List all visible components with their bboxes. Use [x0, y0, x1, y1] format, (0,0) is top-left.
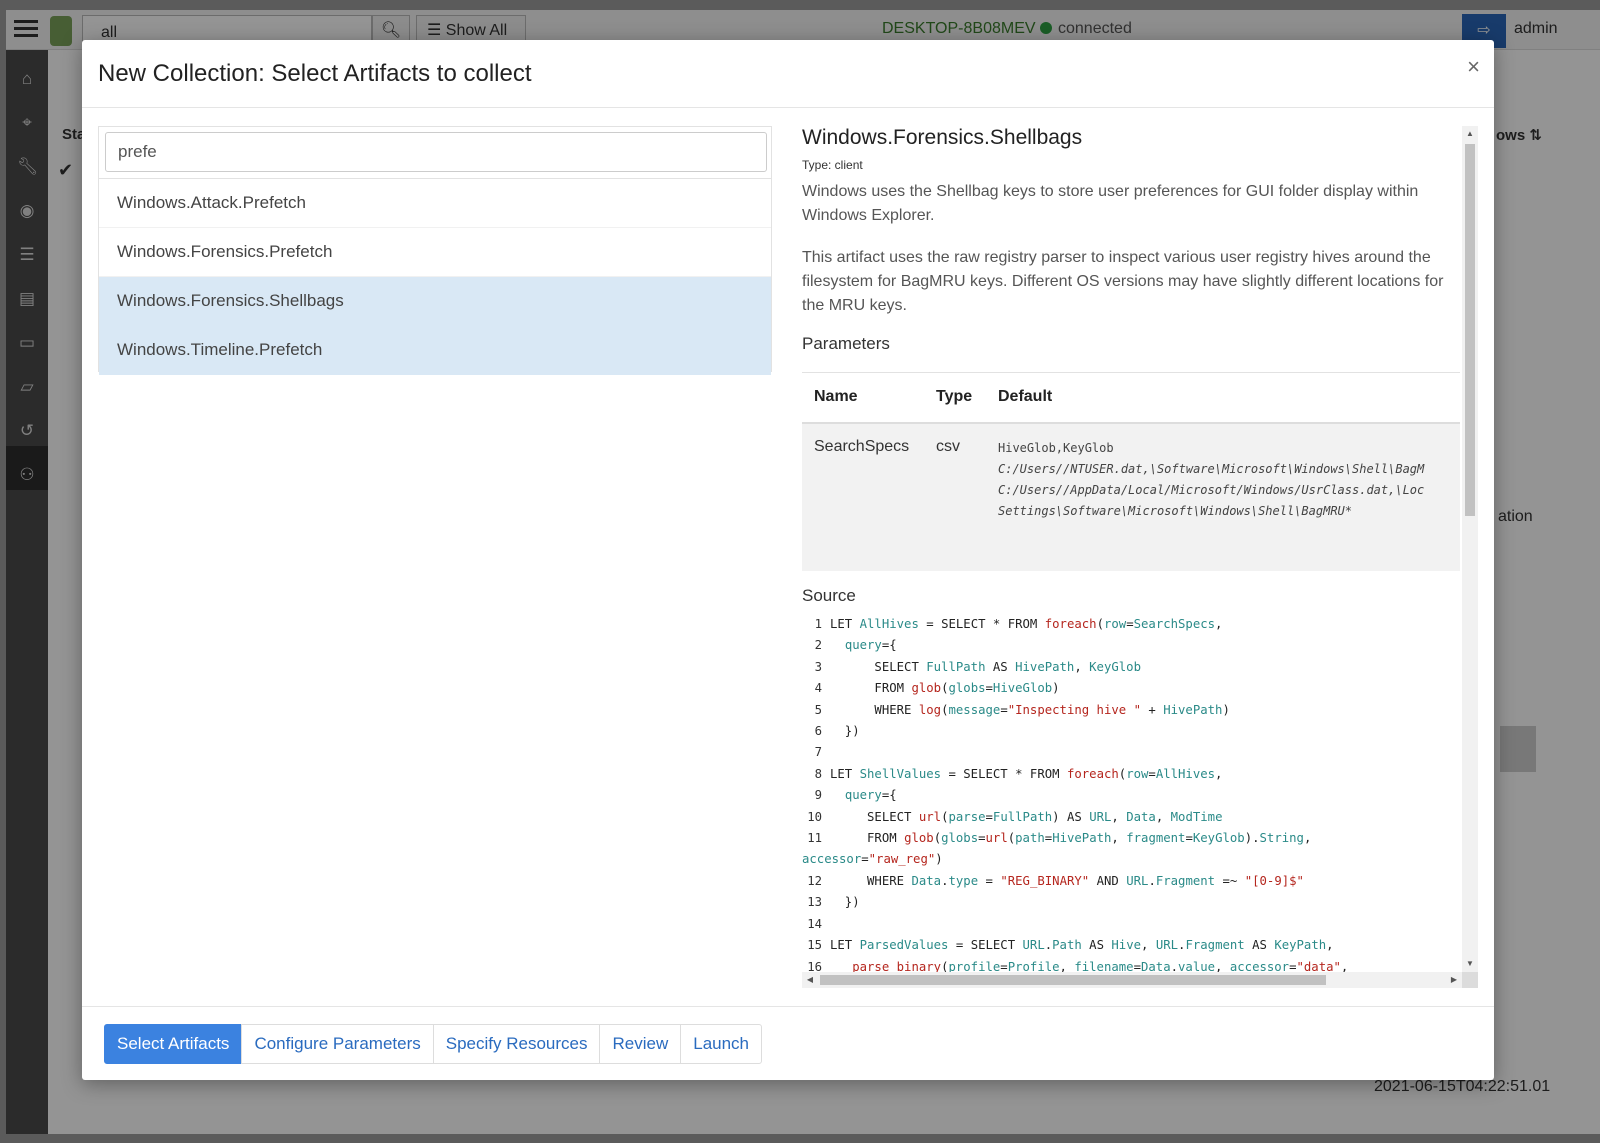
artifact-name: Windows.Forensics.Shellbags [802, 126, 1083, 149]
parameters-header-row: Name Type Default [802, 372, 1460, 424]
vertical-scroll-thumb[interactable] [1465, 144, 1475, 516]
param-default-value: HiveGlob,KeyGlob C:/Users//NTUSER.dat,\So… [998, 438, 1448, 522]
parameters-title: Parameters [802, 334, 890, 353]
param-default-line: C:/Users//AppData/Local/Microsoft/Window… [998, 482, 1425, 497]
detail-vertical-scrollbar[interactable]: ▲ ▼ [1462, 126, 1478, 972]
param-default: HiveGlob,KeyGlob C:/Users//NTUSER.dat,\So… [986, 422, 1460, 571]
modal-header: New Collection: Select Artifacts to coll… [82, 40, 1494, 108]
param-default-line: Settings\Software\Microsoft\Windows\Shel… [998, 503, 1353, 518]
scroll-up-icon[interactable]: ▲ [1462, 126, 1478, 142]
parameters-table: Name Type Default SearchSpecs csv HiveGl… [802, 372, 1460, 571]
param-name: SearchSpecs [802, 422, 924, 571]
artifact-type: Type: client [802, 158, 863, 172]
scroll-right-icon[interactable]: ▶ [1446, 972, 1462, 988]
tab-review[interactable]: Review [599, 1024, 682, 1064]
tab-launch[interactable]: Launch [680, 1024, 763, 1064]
artifact-description-2: This artifact uses the raw registry pars… [802, 249, 1444, 314]
param-row: SearchSpecs csv HiveGlob,KeyGlob C:/Users… [802, 422, 1460, 571]
artifact-list-item[interactable]: Windows.Timeline.Prefetch [99, 326, 771, 375]
artifact-list: Windows.Attack.Prefetch Windows.Forensics… [99, 179, 771, 375]
tab-select-artifacts[interactable]: Select Artifacts [104, 1024, 243, 1064]
param-default-line: C:/Users//NTUSER.dat,\Software\Microsoft… [998, 461, 1425, 476]
artifact-detail-content: Windows.Forensics.Shellbags Type: client… [802, 126, 1460, 972]
horizontal-scroll-thumb[interactable] [820, 975, 1326, 985]
artifact-description-1: Windows uses the Shellbag keys to store … [802, 183, 1419, 224]
scroll-left-icon[interactable]: ◀ [802, 972, 818, 988]
artifact-selector: Windows.Attack.PrefetchWindows.Forensics… [98, 126, 772, 375]
param-header-type: Type [924, 372, 986, 424]
artifact-search-input[interactable] [105, 132, 767, 172]
param-type: csv [924, 422, 986, 571]
artifact-list-item[interactable]: Windows.Attack.Prefetch [99, 179, 771, 228]
wizard-tabs: Select Artifacts Configure Parameters Spec… [104, 1024, 763, 1064]
modal-title: New Collection: Select Artifacts to coll… [98, 60, 532, 87]
detail-horizontal-scrollbar[interactable]: ◀ ▶ [802, 972, 1462, 988]
tab-configure-parameters[interactable]: Configure Parameters [241, 1024, 434, 1064]
source-code: 1 LET AllHives = SELECT * FROM foreach(ro… [802, 617, 1349, 972]
close-icon[interactable]: × [1467, 56, 1480, 78]
artifact-detail-panel: Windows.Forensics.Shellbags Type: client… [802, 126, 1478, 990]
new-collection-modal: New Collection: Select Artifacts to coll… [82, 40, 1494, 1080]
artifact-list-item[interactable]: Windows.Forensics.Shellbags [99, 277, 771, 326]
tab-specify-resources[interactable]: Specify Resources [432, 1024, 601, 1064]
source-title: Source [802, 586, 856, 605]
scroll-down-icon[interactable]: ▼ [1462, 956, 1478, 972]
artifact-search-wrap [99, 127, 771, 179]
modal-footer: Select Artifacts Configure Parameters Spec… [82, 1006, 1494, 1080]
artifact-list-item[interactable]: Windows.Forensics.Prefetch [99, 228, 771, 277]
param-header-default: Default [986, 372, 1460, 424]
param-default-line: HiveGlob,KeyGlob [998, 440, 1114, 455]
param-header-name: Name [802, 372, 924, 424]
scrollbar-corner [1462, 972, 1478, 988]
